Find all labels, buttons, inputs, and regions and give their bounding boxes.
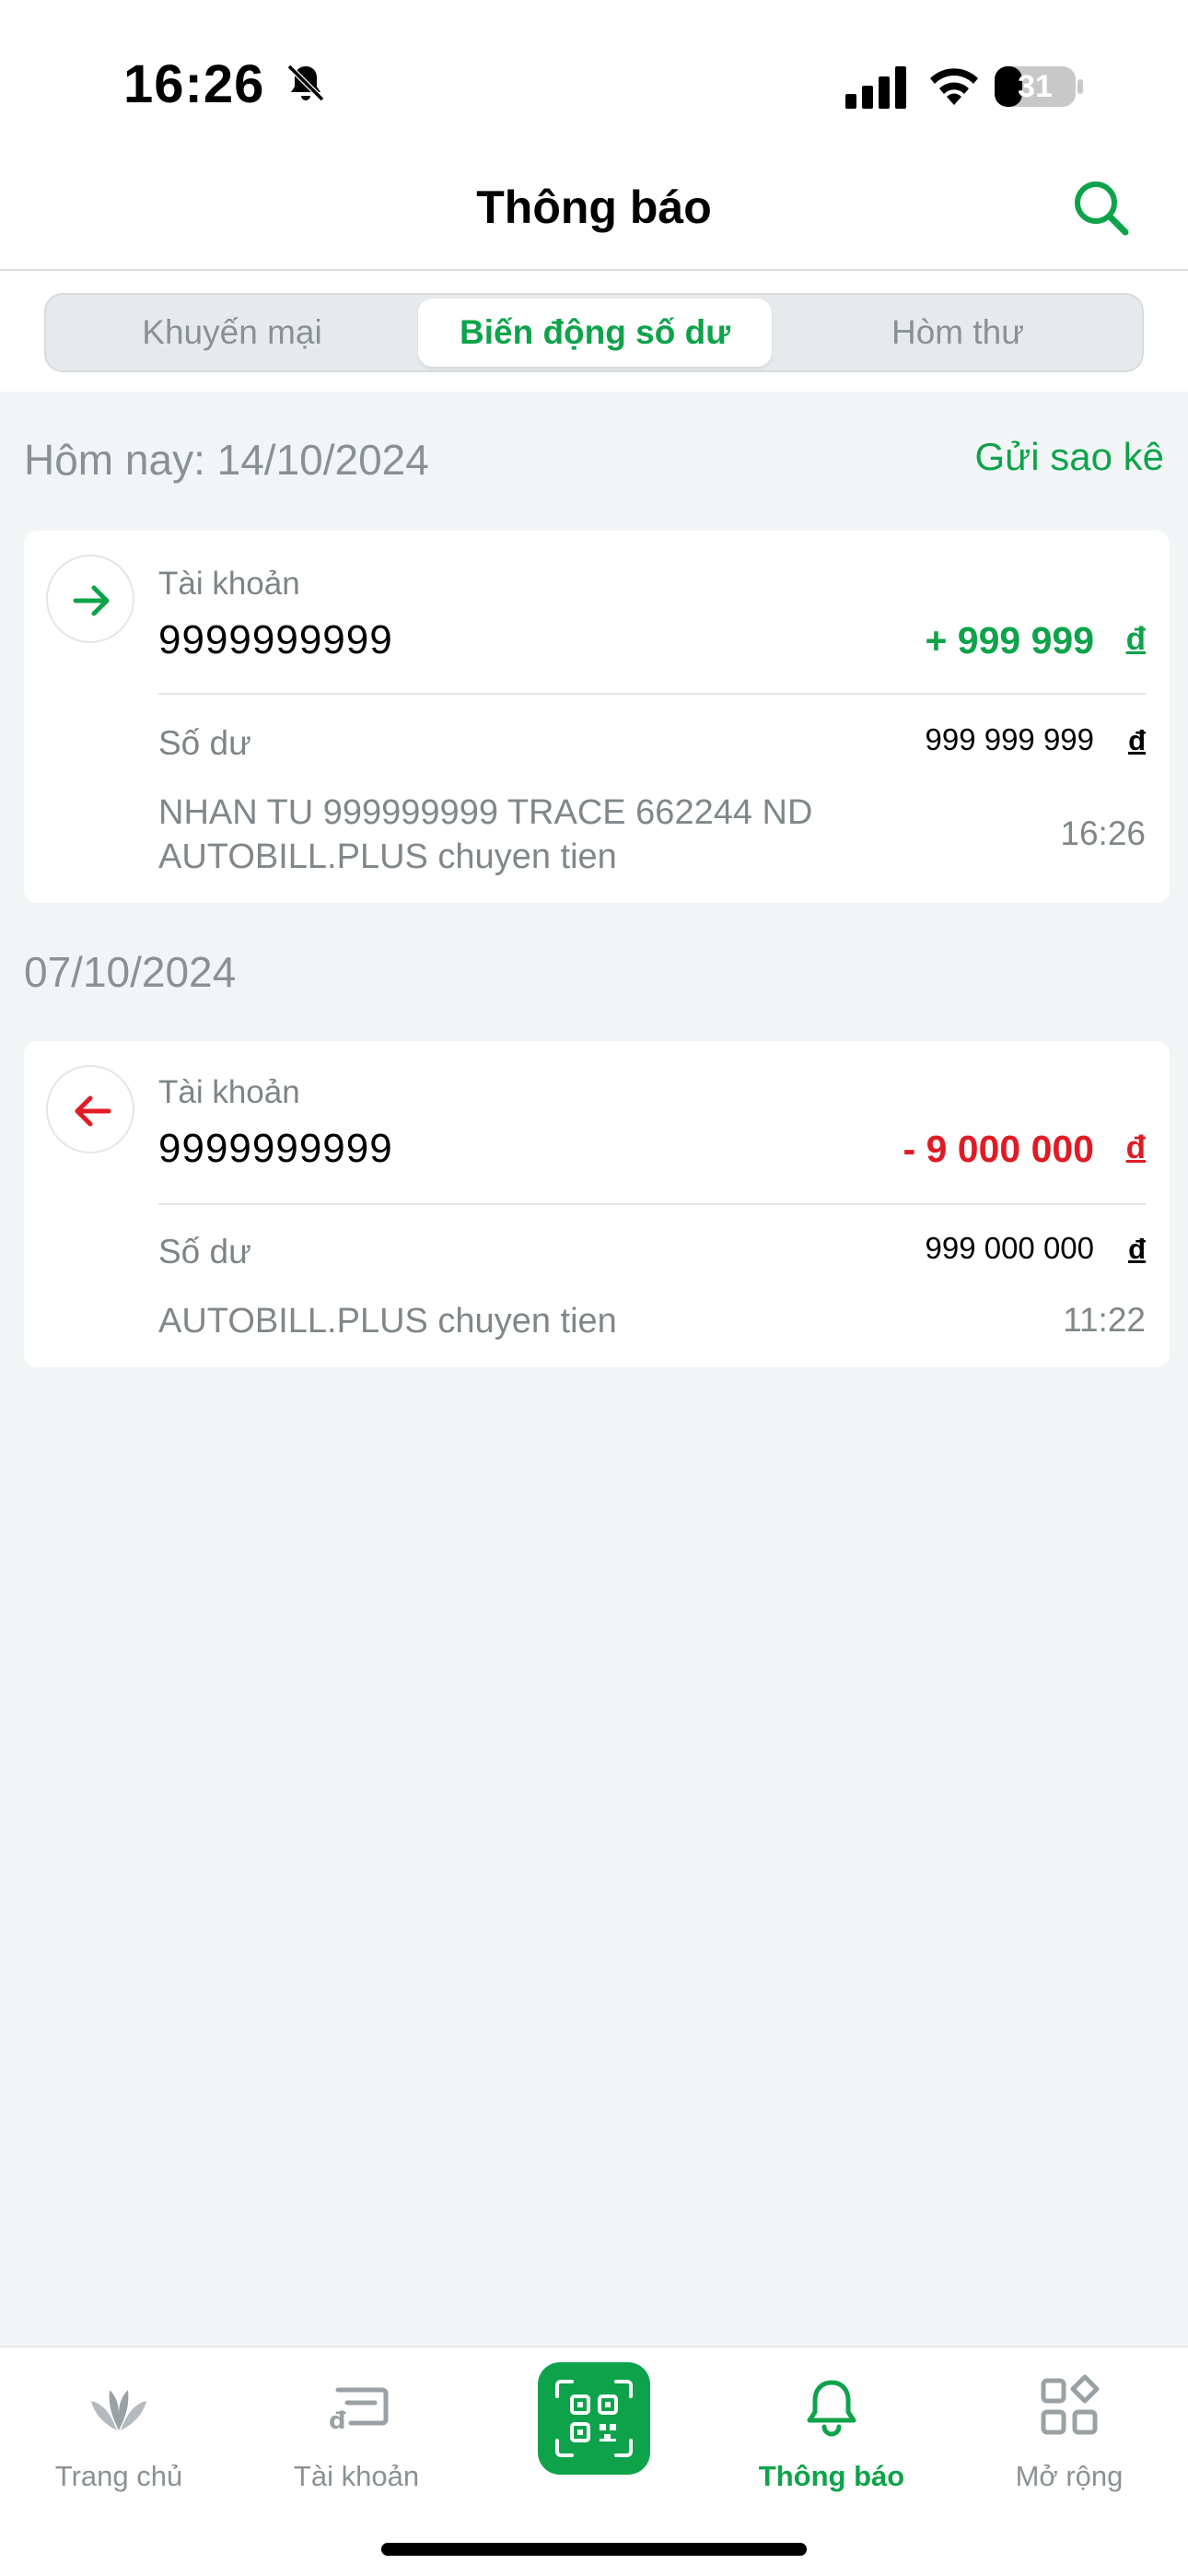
card-divider — [158, 1203, 1146, 1205]
tab-mailbox[interactable]: Hòm thư — [775, 299, 1140, 367]
account-label: Tài khoản — [158, 566, 300, 602]
transaction-card-outgoing[interactable]: Tài khoản 9999999999 - 9 000 000 đ Số dư… — [24, 1041, 1170, 1367]
segmented-tabs: Khuyến mại Biến động số dư Hòm thư — [44, 293, 1144, 372]
nav-home[interactable]: Trang chủ — [0, 2348, 238, 2532]
balance-label: Số dư — [158, 724, 251, 762]
section-date: 07/10/2024 — [24, 948, 237, 996]
qr-code-icon — [555, 2380, 633, 2457]
transaction-time: 16:26 — [1060, 814, 1146, 852]
balance-currency: đ — [1128, 724, 1146, 756]
description-line: NHAN TU 999999999 TRACE 662244 ND — [158, 793, 813, 832]
transaction-amount: + 999 999 — [925, 619, 1094, 662]
battery-level: 31 — [1018, 69, 1053, 104]
balance-value: 999 999 999 — [925, 722, 1094, 756]
account-number: 9999999999 — [158, 617, 393, 662]
transaction-time: 11:22 — [1063, 1301, 1146, 1339]
account-number: 9999999999 — [158, 1126, 393, 1171]
svg-text:đ: đ — [329, 2407, 346, 2435]
transaction-description: AUTOBILL.PLUS chuyen tien — [158, 1299, 987, 1343]
status-time: 16:26 — [123, 54, 265, 114]
nav-notifications[interactable]: Thông báo — [713, 2348, 950, 2532]
cellular-signal-icon — [845, 66, 906, 109]
bell-muted-icon — [286, 64, 325, 102]
wifi-icon — [930, 68, 978, 105]
bell-icon — [807, 2380, 856, 2437]
currency-symbol: đ — [1125, 1130, 1146, 1165]
account-label: Tài khoản — [158, 1074, 300, 1110]
balance-label: Số dư — [158, 1233, 251, 1270]
bottom-navigation: Trang chủ đ Tài khoản Thông báo Mở rộng — [0, 2346, 1188, 2576]
nav-accounts[interactable]: đ Tài khoản — [238, 2348, 475, 2532]
account-card-icon: đ — [329, 2387, 389, 2435]
balance-currency: đ — [1128, 1233, 1146, 1265]
home-indicator — [381, 2543, 807, 2556]
description-line: AUTOBILL.PLUS chuyen tien — [158, 837, 617, 876]
nav-label: Thông báo — [758, 2460, 905, 2492]
tab-balance-changes[interactable]: Biến động số dư — [418, 299, 772, 367]
send-statement-link[interactable]: Gửi sao kê — [974, 435, 1164, 479]
currency-symbol: đ — [1125, 621, 1146, 657]
transaction-card-incoming[interactable]: Tài khoản 9999999999 + 999 999 đ Số dư 9… — [24, 531, 1170, 903]
apps-grid-icon — [1041, 2374, 1100, 2435]
outgoing-arrow-icon — [46, 1065, 134, 1153]
nav-more[interactable]: Mở rộng — [950, 2348, 1188, 2532]
qr-scan-button[interactable] — [538, 2362, 650, 2475]
search-icon[interactable] — [1068, 175, 1133, 240]
tab-promotions[interactable]: Khuyến mại — [50, 299, 414, 367]
description-line: AUTOBILL.PLUS chuyen tien — [158, 1302, 617, 1341]
nav-label: Mở rộng — [1015, 2460, 1124, 2492]
home-logo-icon — [91, 2390, 146, 2430]
incoming-arrow-icon — [46, 555, 134, 643]
header-divider — [0, 269, 1188, 271]
transaction-description: NHAN TU 999999999 TRACE 662244 ND AUTOBI… — [158, 790, 987, 879]
transaction-amount: - 9 000 000 — [903, 1128, 1094, 1170]
page-title: Thông báo — [476, 181, 712, 233]
section-date-today: Hôm nay: 14/10/2024 — [24, 436, 429, 484]
nav-label: Trang chủ — [54, 2460, 183, 2492]
nav-label: Tài khoản — [293, 2460, 420, 2492]
balance-value: 999 000 000 — [925, 1231, 1094, 1265]
card-divider — [158, 693, 1146, 695]
